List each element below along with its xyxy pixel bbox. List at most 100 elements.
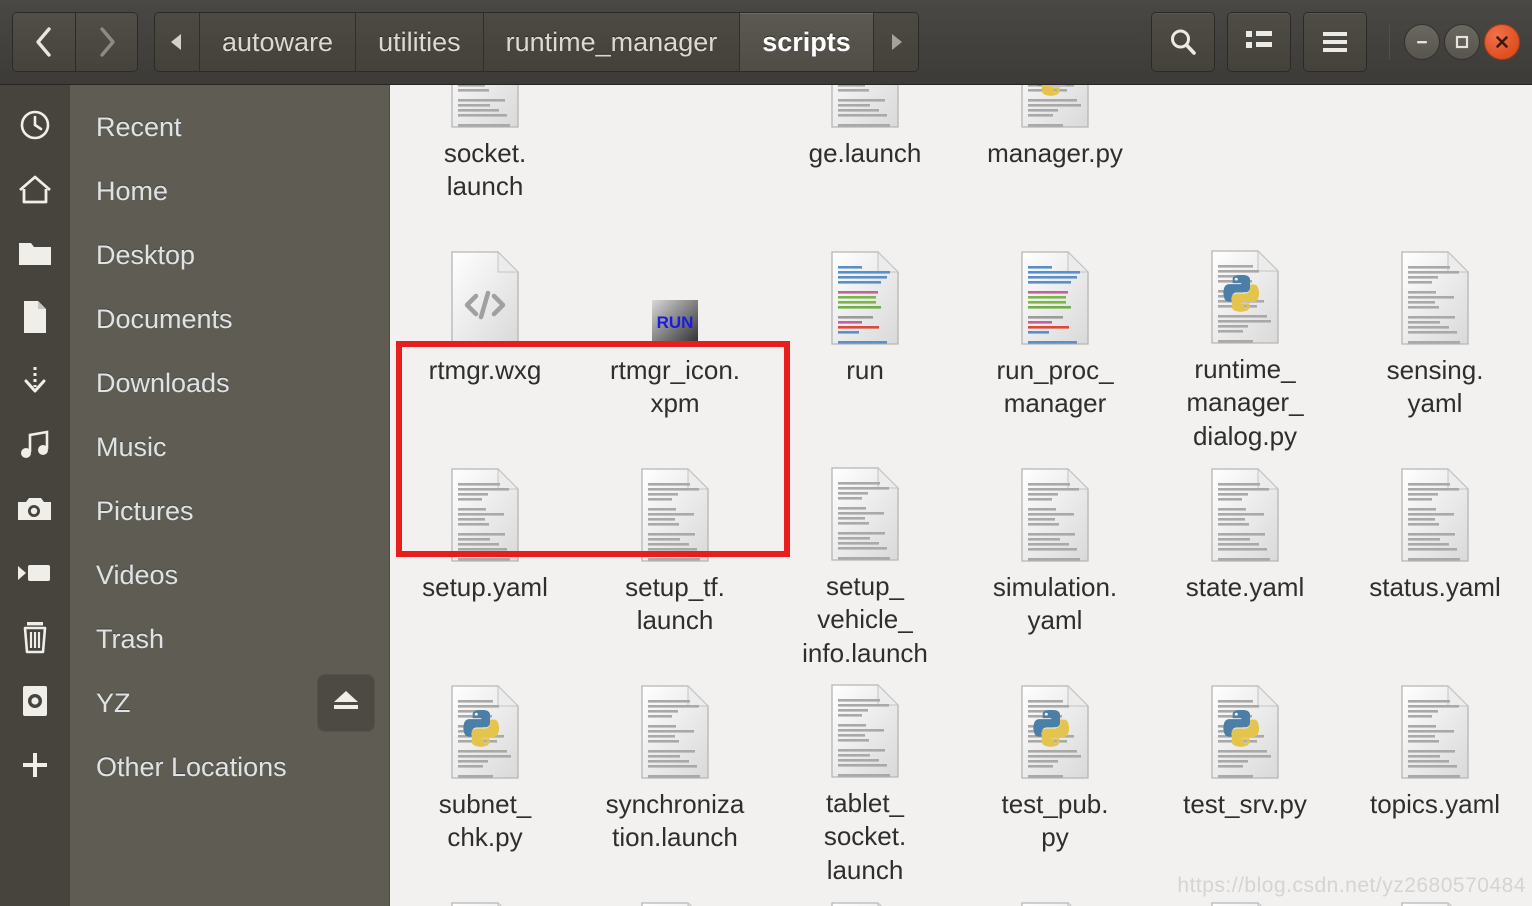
file-item-runtime_manager_dialog.py[interactable]: runtime_ manager_ dialog.py: [1150, 236, 1340, 453]
file-item-topics.yaml[interactable]: topics.yaml: [1340, 670, 1530, 887]
file-item-file-5[interactable]: [1340, 85, 1530, 236]
sidebar-item-recent[interactable]: Recent: [70, 95, 389, 159]
text-document-icon: [638, 893, 712, 906]
close-button[interactable]: [1484, 24, 1520, 60]
sidebar-icon-trash[interactable]: [0, 607, 70, 671]
sidebar-item-trash[interactable]: Trash: [70, 607, 389, 671]
breadcrumb-scroll-left[interactable]: [155, 13, 200, 71]
sidebar-icon-downloads[interactable]: [0, 351, 70, 415]
file-item-setup_vehicle_info.launch[interactable]: setup_ vehicle_ info.launch: [770, 453, 960, 670]
text-document-icon: [828, 459, 902, 562]
breadcrumb-scroll-right[interactable]: [873, 13, 918, 71]
sidebar-icon-documents[interactable]: [0, 287, 70, 351]
file-name-label: synchroniza tion.launch: [605, 789, 745, 853]
file-item-sensing.yaml[interactable]: sensing. yaml: [1340, 236, 1530, 453]
breadcrumb-label: scripts: [762, 26, 851, 57]
text-document-icon: [1018, 893, 1092, 906]
download-icon: [19, 363, 51, 404]
breadcrumb-item-scripts[interactable]: scripts: [740, 13, 874, 71]
file-name-label: status.yaml: [1369, 572, 1501, 602]
file-item-state.yaml[interactable]: state.yaml: [1150, 453, 1340, 670]
view-options-button[interactable]: [1227, 12, 1291, 72]
sidebar-icon-pictures[interactable]: [0, 479, 70, 543]
minimize-icon: [1414, 34, 1430, 50]
watermark-text: https://blog.csdn.net/yz2680570484: [1177, 874, 1526, 897]
source-document-icon: [828, 242, 902, 346]
sidebar-label-column: Recent Home Desktop Documents Downloads Music…: [70, 85, 390, 906]
search-icon: [1167, 26, 1199, 58]
file-item-run[interactable]: run: [770, 236, 960, 453]
python-document-icon: [1208, 242, 1282, 345]
back-button[interactable]: [13, 13, 75, 71]
breadcrumb-item-2[interactable]: runtime_manager: [483, 13, 741, 71]
search-button[interactable]: [1151, 12, 1215, 72]
sidebar-item-music[interactable]: Music: [70, 415, 389, 479]
file-item-manager.py[interactable]: manager.py: [960, 85, 1150, 236]
sidebar-item-yz[interactable]: YZ: [70, 671, 389, 735]
file-item-file-1[interactable]: [580, 85, 770, 236]
sidebar-item-videos[interactable]: Videos: [70, 543, 389, 607]
file-item-simulation.yaml[interactable]: simulation. yaml: [960, 453, 1150, 670]
sidebar-item-pictures[interactable]: Pictures: [70, 479, 389, 543]
file-item-status.yaml[interactable]: status.yaml: [1340, 453, 1530, 670]
sidebar-icon-home[interactable]: [0, 159, 70, 223]
sidebar-item-home[interactable]: Home: [70, 159, 389, 223]
sidebar-icon-yz[interactable]: [0, 671, 70, 735]
text-document-icon: [638, 676, 712, 780]
breadcrumb-item-1[interactable]: utilities: [356, 13, 484, 71]
file-item-setup_tf.launch[interactable]: setup_tf. launch: [580, 453, 770, 670]
file-item-test_pub.py[interactable]: test_pub. py: [960, 670, 1150, 887]
clock-icon: [17, 107, 53, 148]
file-item-file-26[interactable]: [770, 887, 960, 906]
sidebar: Recent Home Desktop Documents Downloads Music…: [0, 85, 390, 906]
file-item-setup.yaml[interactable]: setup.yaml: [390, 453, 580, 670]
sidebar-item-label: Desktop: [96, 239, 196, 270]
file-manager-window: autoware utilities runtime_manager scrip…: [0, 0, 1532, 906]
file-item-file-24[interactable]: [390, 887, 580, 906]
eject-button[interactable]: [317, 674, 375, 732]
sidebar-icon-other-locations[interactable]: [0, 735, 70, 799]
maximize-button[interactable]: [1444, 24, 1480, 60]
breadcrumb-item-0[interactable]: autoware: [200, 13, 357, 71]
text-document-icon: [448, 459, 522, 563]
file-item-ge.launch[interactable]: ge.launch: [770, 85, 960, 236]
file-item-file-4[interactable]: [1150, 85, 1340, 236]
sidebar-icon-videos[interactable]: [0, 543, 70, 607]
file-item-test_srv.py[interactable]: test_srv.py: [1150, 670, 1340, 887]
file-item-synchronization.launch[interactable]: synchroniza tion.launch: [580, 670, 770, 887]
sidebar-item-label: Downloads: [96, 367, 230, 398]
sidebar-item-other-locations[interactable]: Other Locations: [70, 735, 389, 799]
menu-button[interactable]: [1303, 12, 1367, 72]
file-item-run_proc_manager[interactable]: run_proc_ manager: [960, 236, 1150, 453]
breadcrumb: autoware utilities runtime_manager scrip…: [154, 12, 919, 72]
sidebar-item-downloads[interactable]: Downloads: [70, 351, 389, 415]
python-document-icon: [1018, 676, 1092, 780]
file-name-label: rtmgr_icon. xpm: [609, 355, 741, 419]
file-name-label: sensing. yaml: [1386, 355, 1484, 419]
file-item-subnet_chk.py[interactable]: subnet_ chk.py: [390, 670, 580, 887]
text-document-icon: [1398, 242, 1472, 346]
file-item-file-25[interactable]: [580, 887, 770, 906]
sidebar-icon-desktop[interactable]: [0, 223, 70, 287]
text-document-icon: [828, 893, 902, 906]
folder-icon: [16, 238, 54, 273]
run-thumbnail-icon: RUN: [652, 300, 698, 346]
file-item-rtmgr.wxg[interactable]: rtmgr.wxg: [390, 236, 580, 453]
forward-button[interactable]: [75, 13, 137, 71]
maximize-icon: [1453, 33, 1471, 51]
text-document-icon: [828, 85, 902, 129]
sidebar-icon-recent[interactable]: [0, 95, 70, 159]
sidebar-icon-music[interactable]: [0, 415, 70, 479]
file-item-socket.launch[interactable]: socket. launch: [390, 85, 580, 236]
file-item-file-27[interactable]: [960, 887, 1150, 906]
home-icon: [16, 172, 54, 211]
eject-icon: [331, 688, 361, 719]
minimize-button[interactable]: [1404, 24, 1440, 60]
file-item-tablet_socket.launch[interactable]: tablet_ socket. launch: [770, 670, 960, 887]
file-name-label: runtime_ manager_ dialog.py: [1186, 354, 1304, 451]
sidebar-item-desktop[interactable]: Desktop: [70, 223, 389, 287]
trash-icon: [18, 619, 52, 660]
sidebar-item-documents[interactable]: Documents: [70, 287, 389, 351]
file-item-rtmgr_icon.xpm[interactable]: RUN rtmgr_icon. xpm: [580, 236, 770, 453]
file-grid-view[interactable]: socket. launch ge.launch manager.py rtmgr.w…: [390, 85, 1532, 906]
